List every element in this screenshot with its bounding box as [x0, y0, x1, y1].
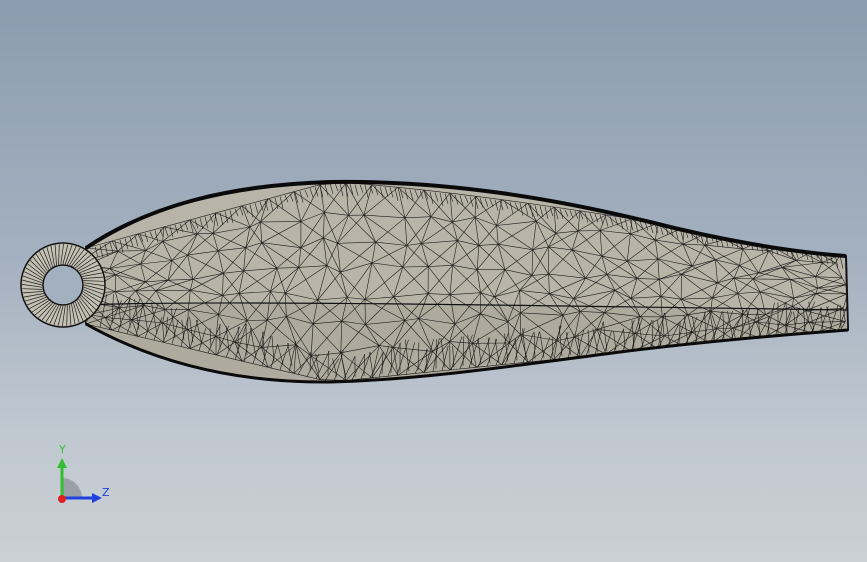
graphics-viewport[interactable]: Y Z	[0, 0, 867, 562]
blade-mesh-model[interactable]	[0, 0, 867, 562]
triad-graphic	[57, 458, 102, 503]
x-axis-dot	[58, 495, 66, 503]
y-axis-label: Y	[59, 443, 66, 456]
hub-ring	[20, 242, 106, 328]
hub-bore	[42, 264, 84, 306]
z-axis-head	[92, 493, 102, 503]
z-axis-label: Z	[102, 486, 110, 499]
triad-plane	[62, 478, 82, 498]
y-axis-head	[57, 458, 67, 468]
view-triad: Y Z	[40, 438, 130, 518]
